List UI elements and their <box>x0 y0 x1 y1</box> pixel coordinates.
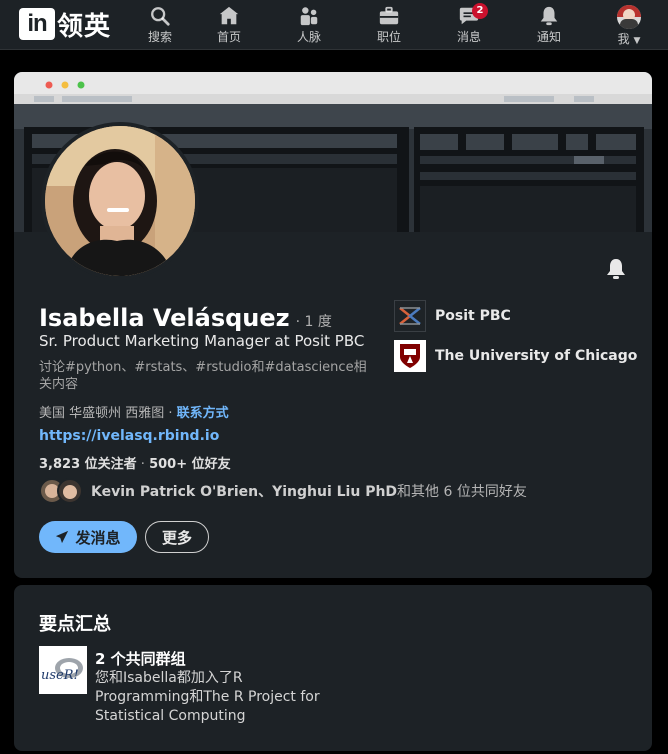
org-name-posit: Posit PBC <box>435 308 511 324</box>
profile-avatar[interactable] <box>41 122 199 280</box>
location-row: 美国 华盛顿州 西雅图 · 联系方式 <box>39 402 229 421</box>
send-icon <box>56 530 69 544</box>
profile-name-row: Isabella Velásquez · 1 度 <box>39 304 332 332</box>
uchicago-logo <box>394 340 426 372</box>
highlights-card: 要点汇总 useR! 2 个共同群组 您和Isabella都加入了R Progr… <box>14 585 652 751</box>
profile-card: Isabella Velásquez · 1 度 Sr. Product Mar… <box>14 72 652 578</box>
user-group-logo[interactable]: useR! <box>39 646 87 694</box>
nav-label-home: 首页 <box>216 30 241 44</box>
mutual-avatars <box>39 478 85 504</box>
chevron-down-icon: ▼ <box>633 36 641 46</box>
org-name-uchicago: The University of Chicago <box>435 348 638 364</box>
profile-location: 美国 华盛顿州 西雅图 · <box>39 406 177 421</box>
user-logo-text: useR! <box>41 668 79 683</box>
linkedin-logo[interactable]: in 领英 <box>19 8 112 42</box>
top-nav: in 领英 搜索 首页 人脉 职位 2 消息 通知 我 ▼ <box>0 0 668 50</box>
bell-icon <box>607 259 625 279</box>
nav-label-me: 我 ▼ <box>617 32 641 46</box>
nav-label-messaging: 消息 <box>456 30 481 44</box>
org-uchicago[interactable]: The University of Chicago <box>394 340 637 372</box>
message-button[interactable]: 发消息 <box>39 521 137 553</box>
nav-network[interactable]: 人脉 <box>279 3 339 47</box>
followers-row: 3,823 位关注者 · 500+ 位好友 <box>39 457 231 472</box>
nav-label-jobs: 职位 <box>376 30 401 44</box>
avatar <box>57 478 83 504</box>
nav-messaging[interactable]: 2 消息 <box>439 3 499 47</box>
profile-name: Isabella Velásquez <box>39 304 290 332</box>
logo-mark: in <box>19 8 55 40</box>
messaging-badge: 2 <box>472 3 488 19</box>
nav-me[interactable]: 我 ▼ <box>599 3 659 47</box>
contact-info-link[interactable]: 联系方式 <box>177 406 229 421</box>
more-button[interactable]: 更多 <box>145 521 209 553</box>
home-icon <box>219 6 239 25</box>
briefcase-icon <box>379 6 399 25</box>
logo-text: 领英 <box>57 11 112 42</box>
mutual-connections[interactable]: Kevin Patrick O'Brien、Yinghui Liu PhD和其他… <box>39 478 527 504</box>
profile-headline: Sr. Product Marketing Manager at Posit P… <box>39 332 365 350</box>
nav-jobs[interactable]: 职位 <box>359 3 419 47</box>
nav-notifications[interactable]: 通知 <box>519 3 579 47</box>
website-link[interactable]: https://ivelasq.rbind.io <box>39 428 219 444</box>
shared-groups-description: 您和Isabella都加入了R Programming和The R Projec… <box>95 670 320 724</box>
connections-count[interactable]: 500+ 位好友 <box>149 457 231 472</box>
bell-icon <box>540 6 558 26</box>
search-icon <box>151 7 170 26</box>
nav-home[interactable]: 首页 <box>199 3 259 47</box>
me-avatar <box>617 5 641 29</box>
nav-label-network: 人脉 <box>296 30 321 44</box>
profile-topics: 讨论#python、#rstats、#rstudio和#datascience相… <box>39 360 367 392</box>
posit-logo <box>394 300 426 332</box>
follow-bell-button[interactable] <box>604 257 628 281</box>
profile-photo <box>45 126 195 276</box>
org-posit[interactable]: Posit PBC <box>394 300 511 332</box>
shared-groups-title[interactable]: 2 个共同群组 <box>95 648 186 669</box>
connection-degree: · 1 度 <box>295 314 332 330</box>
people-icon <box>300 7 318 26</box>
mutual-connections-text: Kevin Patrick O'Brien、Yinghui Liu PhD和其他… <box>91 484 527 500</box>
nav-search[interactable]: 搜索 <box>130 3 190 47</box>
nav-label-search: 搜索 <box>147 30 172 44</box>
followers-count[interactable]: 3,823 位关注者 <box>39 457 137 472</box>
nav-label-notifications: 通知 <box>536 30 561 44</box>
highlights-title: 要点汇总 <box>39 614 111 635</box>
